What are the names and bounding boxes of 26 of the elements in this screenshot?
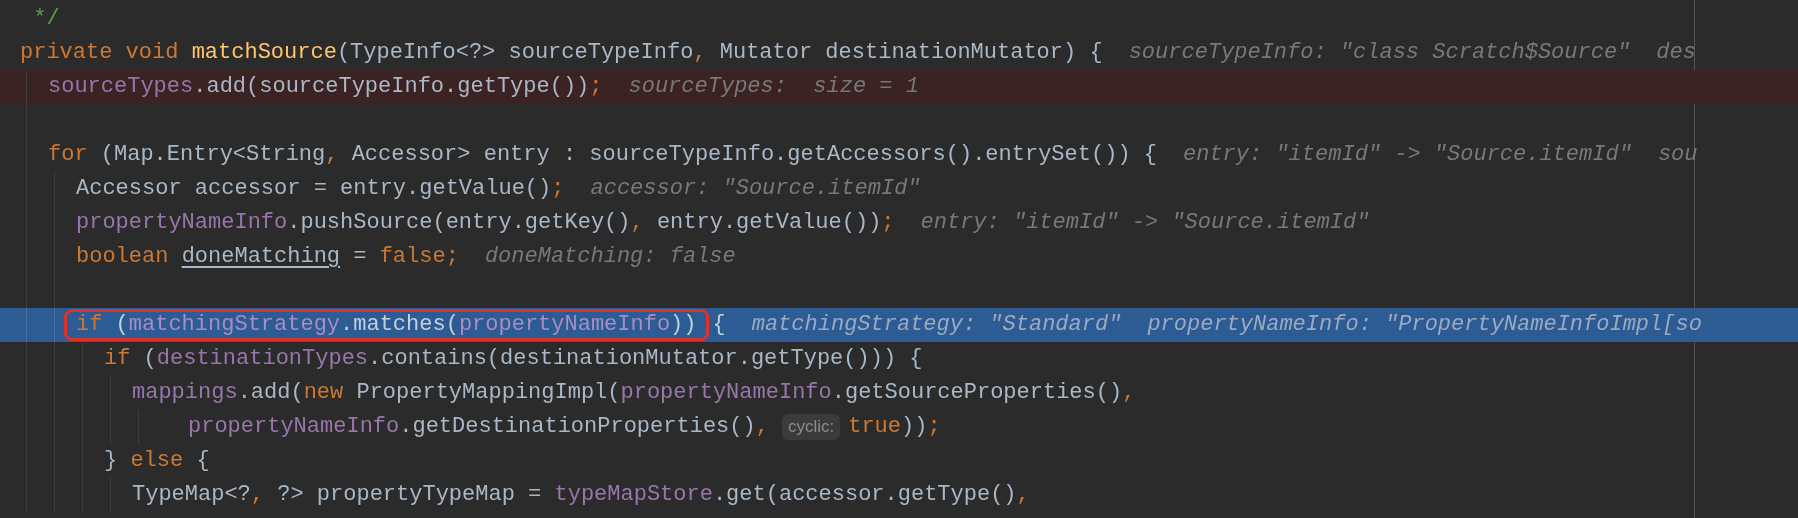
code-text: */ — [32, 5, 60, 33]
code-text: propertyNameInfo.pushSource(entry.getKey(), entry.getValue()); — [76, 209, 895, 237]
code-text: boolean doneMatching = false; — [76, 243, 459, 271]
debug-value-hint: accessor: "Source.itemId" — [590, 175, 921, 203]
code-text: sourceTypes.add(sourceTypeInfo.getType()); — [48, 73, 603, 101]
debug-value-hint: sourceTypeInfo: "class Scratch$Source" — [1128, 39, 1631, 67]
code-text: TypeMap<?, ?> propertyTypeMap = typeMapStore.get(accessor.getType(), — [132, 481, 1030, 509]
code-text: for (Map.Entry<String, Accessor> entry : sourceTypeInfo.getAccessors().entrySet()) { — [48, 141, 1157, 169]
code-text: propertyNameInfo.getDestinationProperties(), — [188, 413, 769, 441]
debug-value-hint: des — [1656, 39, 1696, 67]
code-text: Accessor accessor = entry.getValue(); — [76, 175, 565, 203]
code-text: mappings.add(new PropertyMappingImpl(propertyNameInfo.getSourceProperties(), — [132, 379, 1136, 407]
debug-value-hint: sou — [1657, 141, 1698, 169]
boxed-code-text: if (matchingStrategy.matches(propertyNameInfo)) — [64, 309, 709, 341]
code-text: } else { — [104, 447, 210, 475]
debug-value-hint: matchingStrategy: "Standard" — [751, 311, 1122, 339]
current-code-line: { — [712, 311, 726, 339]
code-text: private void matchSource(TypeInfo<?> sourceTypeInfo, Mutator destinationMutator) { — [20, 39, 1103, 67]
code-text: true)); — [848, 413, 941, 441]
parameter-hint: cyclic: — [781, 414, 841, 440]
debug-value-hint: entry: "itemId" -> "Source.itemId" — [920, 209, 1370, 237]
debug-value-hint: sourceTypes: size = 1 — [628, 73, 919, 101]
code-text: if (destinationTypes.contains(destinationMutator.getType())) { — [104, 345, 923, 373]
debug-value-hint: doneMatching: false — [484, 243, 736, 271]
debug-value-hint: propertyNameInfo: "PropertyNameInfoImpl[so — [1147, 311, 1702, 339]
debug-value-hint: entry: "itemId" -> "Source.itemId" — [1183, 141, 1632, 169]
